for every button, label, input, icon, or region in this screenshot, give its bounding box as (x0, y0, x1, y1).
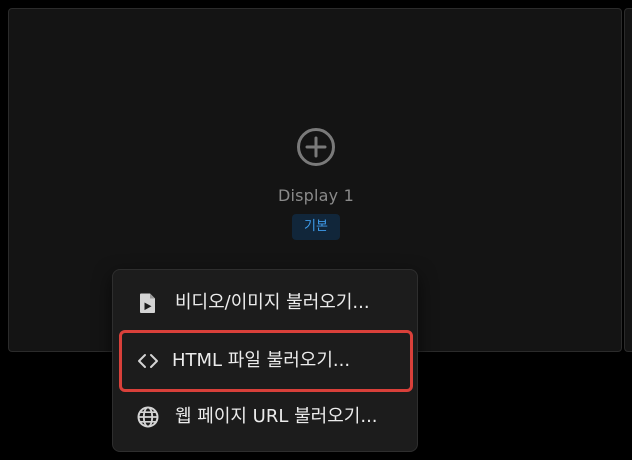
menu-item-load-url[interactable]: 웹 페이지 URL 불러오기... (122, 388, 410, 446)
default-badge: 기본 (292, 214, 340, 240)
app-stage: Display 1 기본 비디오/이미지 불러오기... HTML 파일 불러오… (0, 0, 632, 460)
menu-item-label: 비디오/이미지 불러오기... (175, 292, 370, 313)
display-title: Display 1 (277, 186, 355, 205)
display-panel-adjacent[interactable] (624, 8, 632, 352)
code-icon (136, 349, 160, 373)
menu-item-load-media[interactable]: 비디오/이미지 불러오기... (122, 274, 410, 332)
plus-circle-icon[interactable] (296, 127, 336, 167)
menu-item-load-html[interactable]: HTML 파일 불러오기... (119, 330, 413, 392)
menu-item-label: HTML 파일 불러오기... (172, 350, 351, 371)
menu-item-label: 웹 페이지 URL 불러오기... (175, 406, 378, 427)
file-media-icon (136, 291, 160, 315)
globe-icon (136, 405, 160, 429)
context-menu: 비디오/이미지 불러오기... HTML 파일 불러오기... 웹 페이지 UR… (112, 269, 418, 452)
